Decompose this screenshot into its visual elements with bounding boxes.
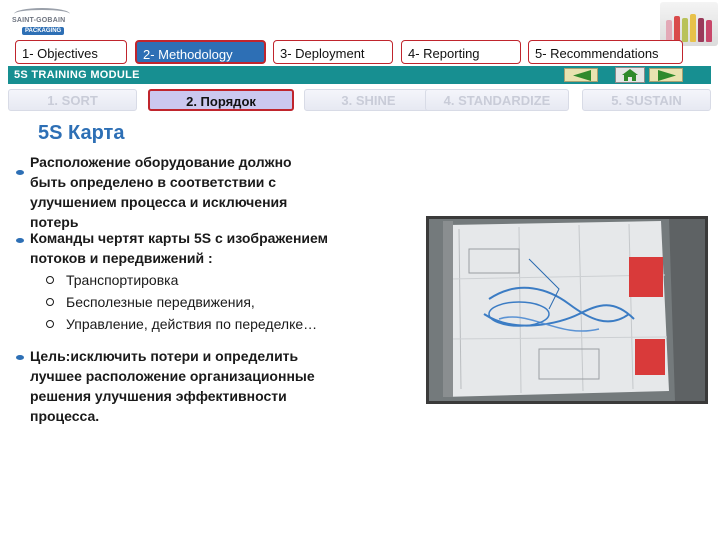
arrow-left-icon — [573, 70, 591, 81]
text-line: быть определено в соответствии с — [30, 174, 277, 190]
next-button[interactable] — [649, 68, 683, 82]
text-line: Цель:исключить потери и определить — [30, 348, 299, 364]
nav-tab-objectives[interactable]: 1- Objectives — [15, 40, 127, 64]
sub-list-item-label: Бесполезные передвижения, — [66, 294, 255, 310]
text-line: лучшее расположение организационные — [30, 368, 315, 384]
subtab-sort[interactable]: 1. SORT — [8, 89, 137, 111]
nav-tab-methodology[interactable]: 2- Methodology — [135, 40, 266, 64]
subtab-sustain[interactable]: 5. SUSTAIN — [582, 89, 711, 111]
5s-map-illustration — [429, 219, 705, 401]
text-line: решения улучшения эффективности — [30, 388, 287, 404]
circle-bullet-icon — [46, 298, 54, 306]
text-line: потоков и передвижений : — [30, 250, 213, 266]
bullet-text-team-maps: Команды чертят карты 5S с изображением п… — [30, 228, 328, 268]
bullet-icon — [16, 170, 24, 175]
subtab-standardize[interactable]: 4. STANDARDIZE — [425, 89, 569, 111]
saint-gobain-logo: SAINT-GOBAIN PACKAGING — [8, 6, 76, 38]
prev-button[interactable] — [564, 68, 598, 82]
subtab-shine[interactable]: 3. SHINE — [304, 89, 433, 111]
arrow-right-icon — [658, 70, 676, 81]
5s-map-photo — [426, 216, 708, 404]
nav-tab-deployment[interactable]: 3- Deployment — [273, 40, 393, 64]
sub-list-item: Бесполезные передвижения, — [46, 294, 255, 310]
home-button[interactable] — [615, 67, 645, 83]
logo-brand-text: SAINT-GOBAIN — [12, 17, 66, 24]
sub-list-item: Транспортировка — [46, 272, 178, 288]
nav-tab-recommendations[interactable]: 5- Recommendations — [528, 40, 683, 64]
nav-tab-reporting[interactable]: 4- Reporting — [401, 40, 521, 64]
text-line: Команды чертят карты 5S с изображением — [30, 230, 328, 246]
circle-bullet-icon — [46, 320, 54, 328]
subtab-order[interactable]: 2. Порядок — [148, 89, 294, 111]
sub-list-item-label: Управление, действия по переделке… — [66, 316, 318, 332]
home-icon — [622, 69, 638, 81]
module-bar: 5S TRAINING MODULE — [8, 66, 711, 84]
sub-list-item: Управление, действия по переделке… — [46, 316, 317, 332]
circle-bullet-icon — [46, 276, 54, 284]
bullet-text-goal: Цель:исключить потери и определить лучше… — [30, 346, 315, 426]
bullet-text-layout-requirement: Расположение оборудование должно быть оп… — [30, 152, 292, 232]
bullet-icon — [16, 238, 24, 243]
text-line: улучшением процесса и исключения — [30, 194, 288, 210]
page-title: 5S Карта — [38, 122, 125, 144]
text-line: Расположение оборудование должно — [30, 154, 292, 170]
bullet-icon — [16, 355, 24, 360]
text-line: процесса. — [30, 408, 100, 424]
sub-list-item-label: Транспортировка — [66, 272, 179, 288]
logo-sub-text: PACKAGING — [22, 27, 65, 35]
module-title: 5S TRAINING MODULE — [14, 69, 140, 81]
